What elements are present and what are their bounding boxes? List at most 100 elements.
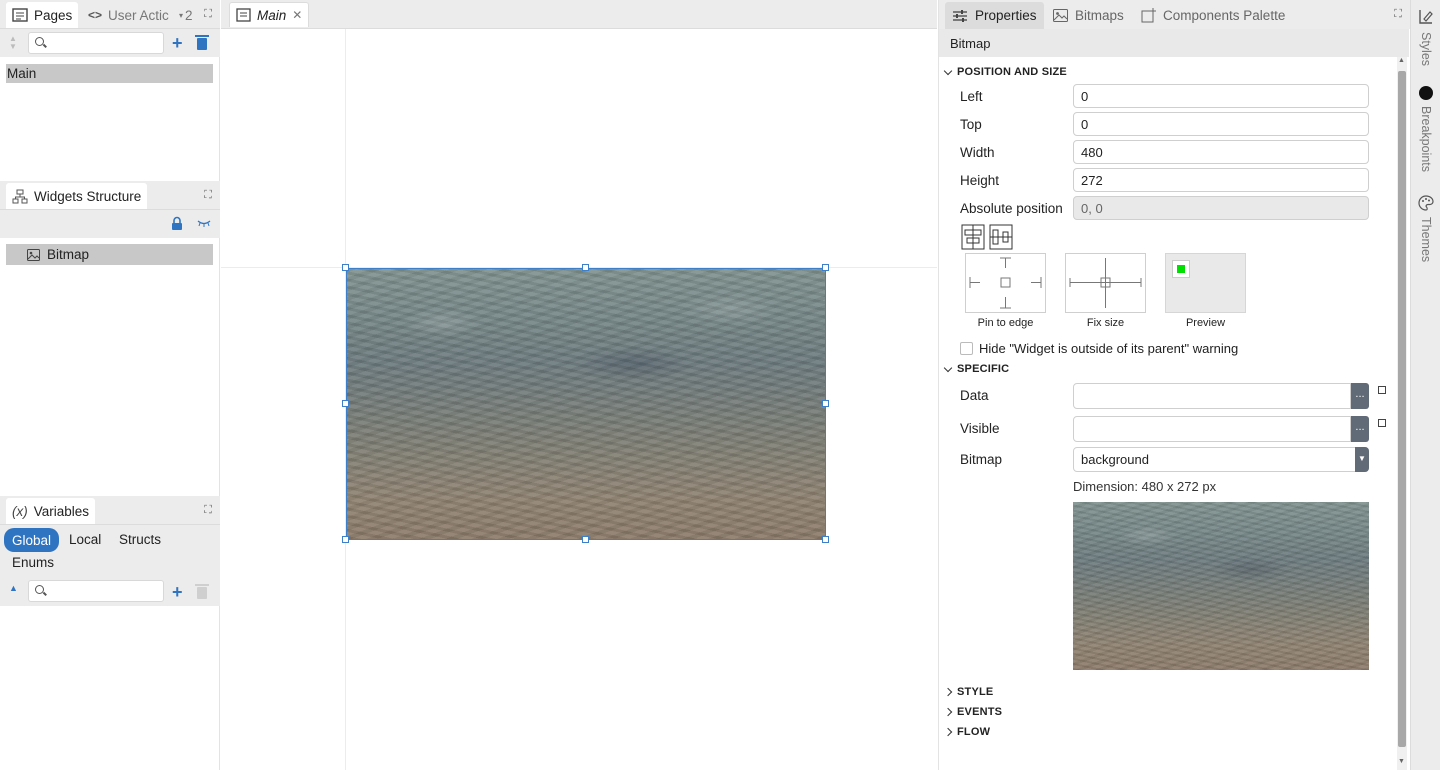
- distribute-icon[interactable]: [989, 224, 1013, 250]
- resize-handle[interactable]: [342, 536, 349, 543]
- visible-expression-button[interactable]: ...: [1351, 416, 1369, 442]
- pages-search-input[interactable]: [28, 32, 164, 54]
- side-tab-styles-label: Styles: [1419, 32, 1433, 67]
- preview-caption: Preview: [1185, 317, 1226, 329]
- variables-title: Variables: [33, 503, 90, 519]
- tab-bitmaps[interactable]: Bitmaps: [1046, 2, 1131, 29]
- tab-widgets-structure[interactable]: Widgets Structure: [6, 183, 148, 209]
- widget-item-label: Bitmap: [47, 247, 90, 262]
- top-label: Top: [960, 117, 982, 132]
- bitmap-select[interactable]: background ▼: [1073, 447, 1369, 472]
- fix-size-diagram-icon: [1069, 258, 1142, 308]
- side-tab-breakpoints[interactable]: Breakpoints: [1414, 86, 1438, 172]
- pages-toolbar: ▲ ▼ +: [0, 29, 220, 57]
- add-variable-button[interactable]: +: [172, 583, 183, 601]
- lock-icon[interactable]: [171, 216, 183, 231]
- bitmap-select-value: background: [1081, 452, 1149, 467]
- tab-variables[interactable]: (x) Variables: [6, 498, 96, 524]
- tab-pages[interactable]: Pages: [6, 2, 79, 28]
- tab-bitmaps-label: Bitmaps: [1075, 8, 1124, 23]
- search-icon: [35, 585, 44, 594]
- sort-icon[interactable]: ▲: [9, 583, 18, 593]
- absolute-position-value: 0, 0: [1081, 200, 1103, 216]
- fix-size-caption: Fix size: [1086, 317, 1125, 329]
- add-page-button[interactable]: +: [172, 34, 183, 52]
- visible-bind-square-icon[interactable]: [1378, 419, 1386, 427]
- maximize-icon[interactable]: ⛶: [202, 8, 214, 20]
- delete-page-button[interactable]: [195, 35, 209, 50]
- hide-warning-checkbox[interactable]: [960, 342, 973, 355]
- top-field[interactable]: 0: [1073, 112, 1369, 136]
- resize-handle[interactable]: [822, 264, 829, 271]
- side-tab-styles[interactable]: Styles: [1414, 8, 1438, 66]
- data-expression-button[interactable]: ...: [1351, 383, 1369, 409]
- properties-scrollbar[interactable]: ▲ ▼: [1397, 57, 1407, 770]
- section-title: STYLE: [957, 686, 994, 698]
- scroll-up-icon[interactable]: ▲: [1398, 57, 1405, 64]
- scroll-down-icon[interactable]: ▼: [1398, 758, 1405, 765]
- pin-diagram-icon: [969, 257, 1042, 309]
- preview-marker: [1177, 265, 1185, 273]
- breadcrumb: Bitmap: [939, 29, 1409, 57]
- scroll-thumb[interactable]: [1398, 71, 1406, 747]
- visible-label: Visible: [960, 421, 1000, 436]
- section-position-and-size[interactable]: POSITION AND SIZE: [943, 66, 1067, 78]
- resize-handle[interactable]: [342, 264, 349, 271]
- resize-handle[interactable]: [822, 536, 829, 543]
- section-style[interactable]: STYLE: [943, 686, 994, 698]
- maximize-icon[interactable]: ⛶: [202, 189, 214, 201]
- resize-handle[interactable]: [582, 264, 589, 271]
- widget-tree-item-bitmap[interactable]: Bitmap: [6, 244, 213, 265]
- width-field[interactable]: 480: [1073, 140, 1369, 164]
- close-icon[interactable]: ✕: [292, 8, 302, 22]
- chevron-right-icon: [943, 707, 953, 717]
- tab-structs[interactable]: Structs: [119, 532, 161, 547]
- chevron-down-icon[interactable]: ▼: [1355, 447, 1369, 472]
- side-strip: Styles Breakpoints Themes: [1410, 0, 1440, 770]
- left-field[interactable]: 0: [1073, 84, 1369, 108]
- height-field[interactable]: 272: [1073, 168, 1369, 192]
- resize-handle[interactable]: [582, 536, 589, 543]
- maximize-icon[interactable]: ⛶: [202, 504, 214, 516]
- preview-widget: [1165, 253, 1246, 313]
- visible-field[interactable]: [1073, 416, 1351, 442]
- tab-enums[interactable]: Enums: [12, 555, 54, 570]
- align-icon[interactable]: [961, 224, 985, 250]
- list-item[interactable]: Main: [6, 64, 213, 83]
- maximize-icon[interactable]: ⛶: [1392, 8, 1404, 20]
- tabs-overflow[interactable]: ▾ 2: [173, 2, 199, 28]
- resize-handle[interactable]: [822, 400, 829, 407]
- tab-main-label: Main: [257, 7, 287, 23]
- chevron-right-icon: [943, 727, 953, 737]
- properties-panel: Properties Bitmaps Components Palette ⛶ …: [938, 0, 1411, 770]
- bitmap-widget[interactable]: [346, 268, 826, 540]
- section-title: EVENTS: [957, 706, 1003, 718]
- tab-main[interactable]: Main ✕: [229, 2, 310, 27]
- pin-to-edge-widget[interactable]: [965, 253, 1046, 313]
- tab-components-palette[interactable]: Components Palette: [1134, 2, 1292, 29]
- width-label: Width: [960, 145, 995, 160]
- data-bind-square-icon[interactable]: [1378, 386, 1386, 394]
- eye-closed-icon[interactable]: [197, 219, 211, 227]
- chevron-down-icon: ▾: [179, 10, 184, 20]
- tab-global[interactable]: Global: [4, 528, 60, 552]
- pin-to-edge-caption: Pin to edge: [977, 317, 1034, 329]
- tab-user-actions[interactable]: <> User Actic: [82, 2, 175, 28]
- editor-area: Main ✕: [221, 0, 937, 770]
- tab-local[interactable]: Local: [69, 532, 101, 547]
- widgets-toolbar: [0, 210, 220, 238]
- variables-search-input[interactable]: [28, 580, 164, 602]
- widgets-title: Widgets Structure: [34, 188, 142, 204]
- section-specific[interactable]: SPECIFIC: [943, 363, 1009, 375]
- fix-size-widget[interactable]: [1065, 253, 1146, 313]
- resize-handle[interactable]: [342, 400, 349, 407]
- sort-icon[interactable]: ▲ ▼: [9, 35, 17, 51]
- section-events[interactable]: EVENTS: [943, 706, 1003, 718]
- design-canvas[interactable]: [221, 29, 937, 770]
- tab-properties[interactable]: Properties: [945, 2, 1044, 29]
- delete-variable-button[interactable]: [195, 584, 209, 599]
- section-flow[interactable]: FLOW: [943, 726, 990, 738]
- tab-global-label: Global: [12, 532, 52, 548]
- side-tab-themes[interactable]: Themes: [1414, 195, 1438, 262]
- data-field[interactable]: [1073, 383, 1351, 409]
